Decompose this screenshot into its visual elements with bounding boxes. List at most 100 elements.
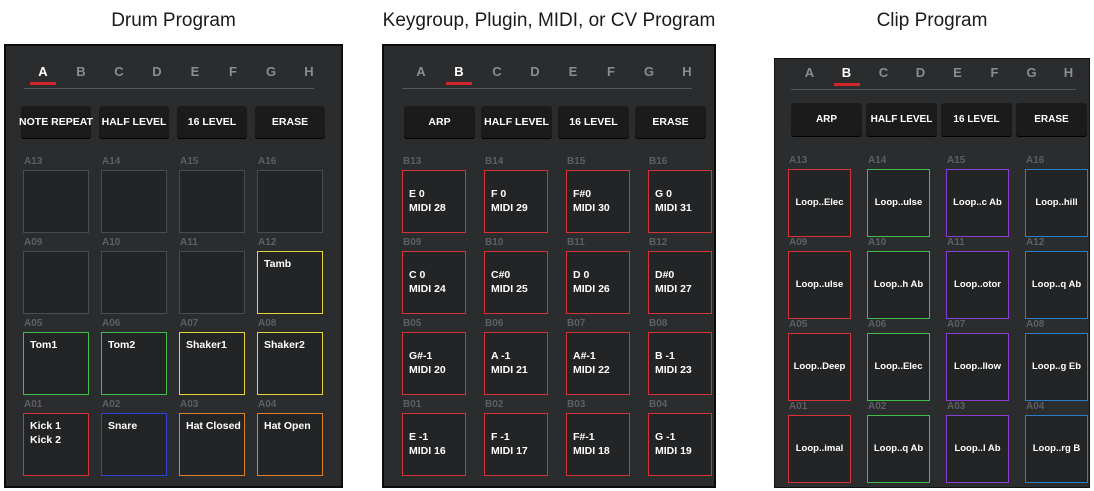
pad-a06[interactable]: Loop..Elec	[867, 333, 930, 401]
pad-name-line2: MIDI 16	[409, 444, 446, 457]
pad-a10[interactable]: Loop..h Ab	[867, 251, 930, 319]
bank-tab-g[interactable]: G	[630, 64, 668, 79]
pad-number-label: A04	[1026, 401, 1045, 412]
pad-b04[interactable]: G -1 MIDI 19	[648, 413, 712, 476]
pad-b15[interactable]: F#0 MIDI 30	[566, 170, 630, 233]
pad-a09[interactable]: Loop..ulse	[788, 251, 851, 319]
pad-name: G#-1 MIDI 20	[409, 350, 446, 377]
pad-a10[interactable]	[101, 251, 167, 314]
pad-number-label: B13	[403, 156, 422, 167]
bank-tab-f[interactable]: F	[976, 65, 1013, 80]
pad-number-label: A06	[102, 318, 121, 329]
arp-button[interactable]: ARP	[404, 106, 475, 138]
pad-a12[interactable]: Tamb	[257, 251, 323, 314]
note-repeat-button[interactable]: NOTE REPEAT	[19, 106, 93, 138]
pad-a08[interactable]: Shaker2	[257, 332, 323, 395]
bank-tab-b[interactable]: B	[828, 65, 865, 80]
pad-b13[interactable]: E 0 MIDI 28	[402, 170, 466, 233]
drum-program-panel: A B C D E F G H NOTE REPEAT HALF LEVEL 16 LEVEL ERA…	[4, 44, 343, 488]
erase-button[interactable]: ERASE	[1016, 103, 1087, 136]
pad-a01[interactable]: Loop..imal	[788, 415, 851, 483]
pad-b10[interactable]: C#0 MIDI 25	[484, 251, 548, 314]
bank-tab-e[interactable]: E	[554, 64, 592, 79]
pad-a11[interactable]	[179, 251, 245, 314]
pad-a15[interactable]	[179, 170, 245, 233]
pad-a03[interactable]: Loop..l Ab	[946, 415, 1009, 483]
pad-a16[interactable]: Loop..hill	[1025, 169, 1088, 237]
pad-a07[interactable]: Shaker1	[179, 332, 245, 395]
bank-tab-b[interactable]: B	[62, 64, 100, 79]
pad-a11[interactable]: Loop..otor	[946, 251, 1009, 319]
pad-name: G 0 MIDI 31	[655, 188, 692, 215]
bank-tab-d[interactable]: D	[516, 64, 554, 79]
pad-b16[interactable]: G 0 MIDI 31	[648, 170, 712, 233]
half-level-button[interactable]: HALF LEVEL	[866, 103, 937, 136]
erase-button[interactable]: ERASE	[635, 106, 706, 138]
bank-tab-a[interactable]: A	[402, 64, 440, 79]
bank-tab-a[interactable]: A	[791, 65, 828, 80]
bank-tab-c[interactable]: C	[865, 65, 902, 80]
16-level-button[interactable]: 16 LEVEL	[177, 106, 247, 138]
pad-b01[interactable]: E -1 MIDI 16	[402, 413, 466, 476]
pad-b07[interactable]: A#-1 MIDI 22	[566, 332, 630, 395]
pad-b14[interactable]: F 0 MIDI 29	[484, 170, 548, 233]
pad-a04[interactable]: Loop..rg B	[1025, 415, 1088, 483]
pad-a13[interactable]: Loop..Elec	[788, 169, 851, 237]
pad-number-label: A01	[789, 401, 808, 412]
pad-b05[interactable]: G#-1 MIDI 20	[402, 332, 466, 395]
bank-tab-a[interactable]: A	[24, 64, 62, 79]
bank-tab-d[interactable]: D	[138, 64, 176, 79]
arp-button[interactable]: ARP	[791, 103, 862, 136]
half-level-button[interactable]: HALF LEVEL	[481, 106, 552, 138]
bank-tab-f[interactable]: F	[214, 64, 252, 79]
bank-tab-h[interactable]: H	[668, 64, 706, 79]
pad-a05[interactable]: Loop..Deep	[788, 333, 851, 401]
pad-number-label: A15	[947, 155, 966, 166]
pad-cell: A13	[23, 156, 89, 233]
bank-tab-g[interactable]: G	[1013, 65, 1050, 80]
pad-b06[interactable]: A -1 MIDI 21	[484, 332, 548, 395]
pad-a12[interactable]: Loop..q Ab	[1025, 251, 1088, 319]
pad-a01[interactable]: Kick 1 Kick 2	[23, 413, 89, 476]
bank-tab-b[interactable]: B	[440, 64, 478, 79]
pad-a05[interactable]: Tom1	[23, 332, 89, 395]
erase-button[interactable]: ERASE	[255, 106, 325, 138]
pad-b09[interactable]: C 0 MIDI 24	[402, 251, 466, 314]
pad-number-label: B04	[649, 399, 668, 410]
bank-tab-h[interactable]: H	[1050, 65, 1087, 80]
pad-b03[interactable]: F#-1 MIDI 18	[566, 413, 630, 476]
pad-a03[interactable]: Hat Closed	[179, 413, 245, 476]
16-level-button[interactable]: 16 LEVEL	[941, 103, 1012, 136]
pad-name: Loop..q Ab	[868, 443, 929, 455]
pad-name: Loop..otor	[947, 279, 1008, 291]
pad-a08[interactable]: Loop..g Eb	[1025, 333, 1088, 401]
pad-a02[interactable]: Snare	[101, 413, 167, 476]
pad-a02[interactable]: Loop..q Ab	[867, 415, 930, 483]
pad-cell: B12 D#0 MIDI 27	[648, 237, 712, 314]
bank-tab-e[interactable]: E	[176, 64, 214, 79]
bank-tab-f[interactable]: F	[592, 64, 630, 79]
pad-a14[interactable]	[101, 170, 167, 233]
half-level-button[interactable]: HALF LEVEL	[99, 106, 169, 138]
bank-tab-h[interactable]: H	[290, 64, 328, 79]
bank-tab-e[interactable]: E	[939, 65, 976, 80]
pad-a07[interactable]: Loop..llow	[946, 333, 1009, 401]
16-level-button[interactable]: 16 LEVEL	[558, 106, 629, 138]
pad-number-label: A12	[1026, 237, 1045, 248]
pad-b02[interactable]: F -1 MIDI 17	[484, 413, 548, 476]
pad-cell: A05 Tom1	[23, 318, 89, 395]
bank-tab-c[interactable]: C	[478, 64, 516, 79]
pad-a16[interactable]	[257, 170, 323, 233]
bank-tab-g[interactable]: G	[252, 64, 290, 79]
pad-a15[interactable]: Loop..c Ab	[946, 169, 1009, 237]
pad-a09[interactable]	[23, 251, 89, 314]
pad-a14[interactable]: Loop..ulse	[867, 169, 930, 237]
pad-b12[interactable]: D#0 MIDI 27	[648, 251, 712, 314]
pad-a13[interactable]	[23, 170, 89, 233]
bank-tab-d[interactable]: D	[902, 65, 939, 80]
pad-a06[interactable]: Tom2	[101, 332, 167, 395]
pad-b11[interactable]: D 0 MIDI 26	[566, 251, 630, 314]
pad-b08[interactable]: B -1 MIDI 23	[648, 332, 712, 395]
pad-a04[interactable]: Hat Open	[257, 413, 323, 476]
bank-tab-c[interactable]: C	[100, 64, 138, 79]
